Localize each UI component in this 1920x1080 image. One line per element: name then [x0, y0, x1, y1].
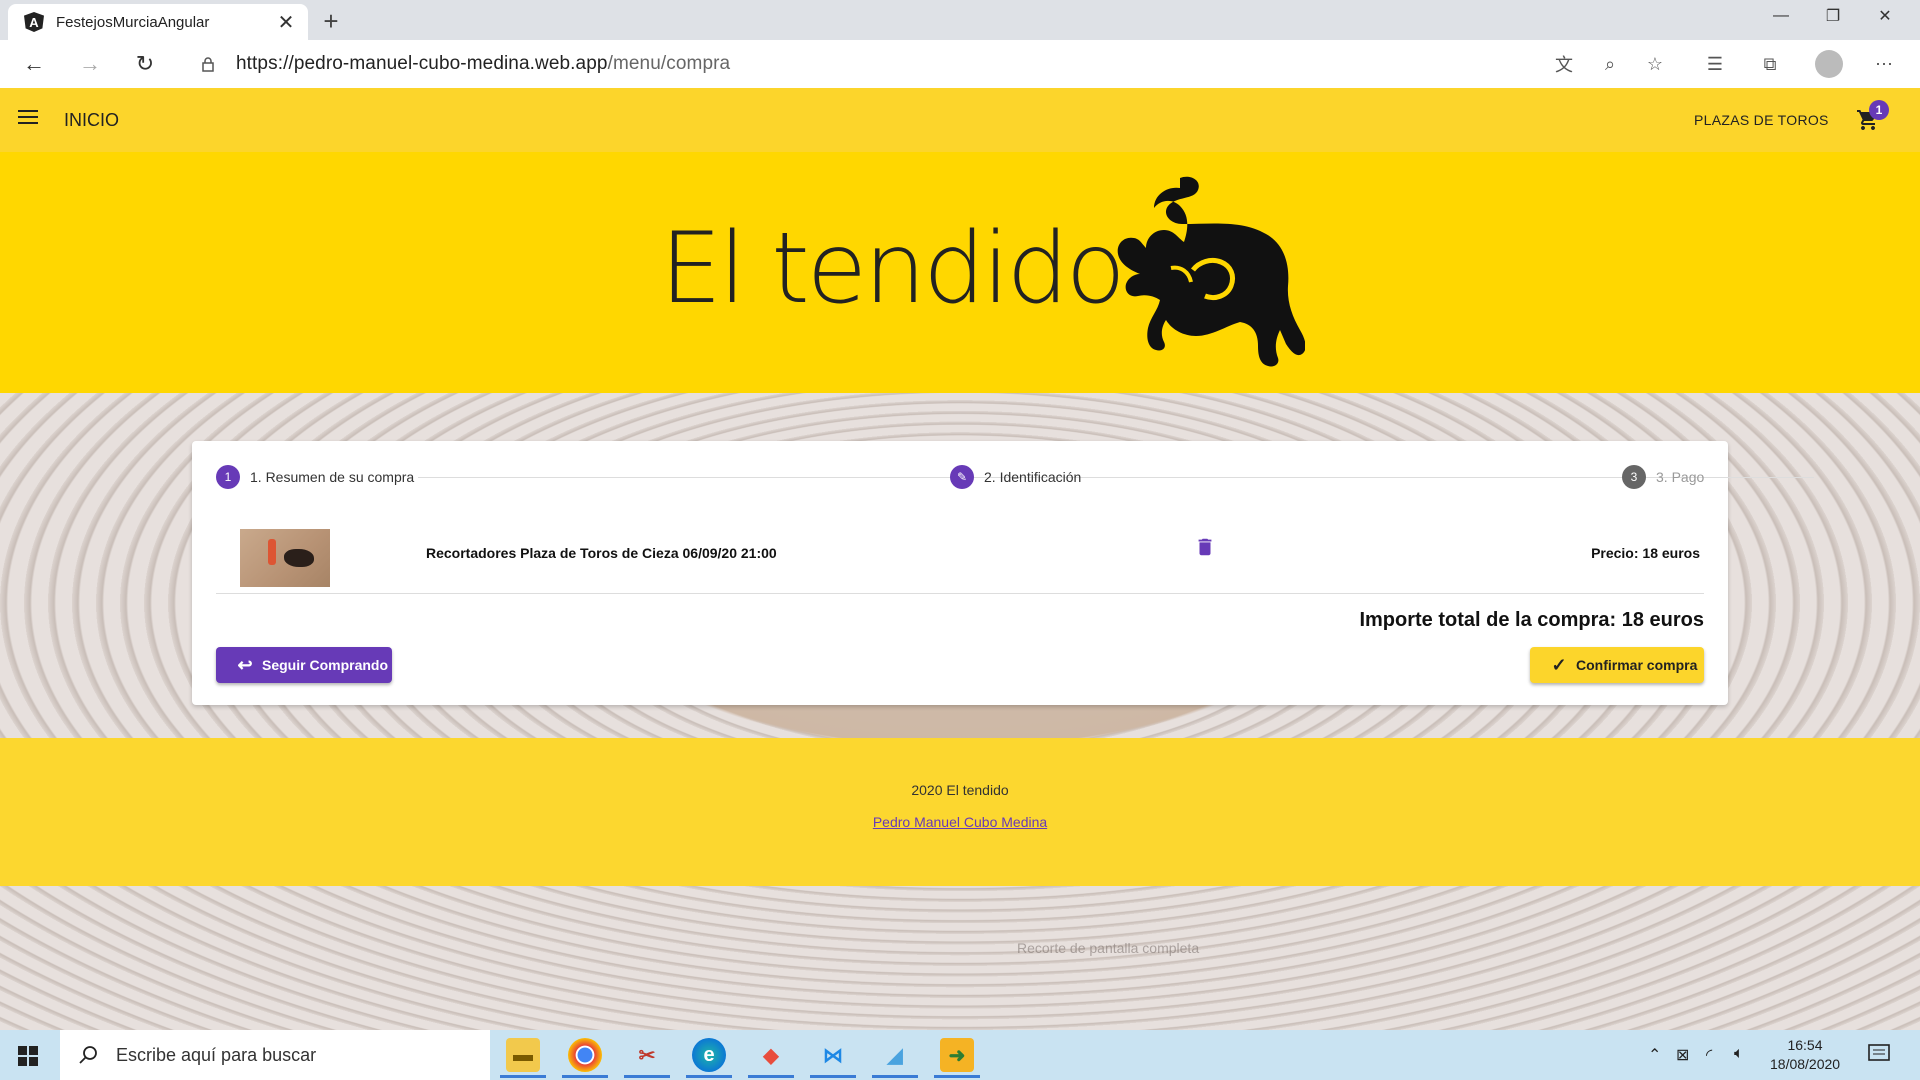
footer-author-link[interactable]: Pedro Manuel Cubo Medina: [0, 814, 1920, 830]
tab-title: FestejosMurciaAngular: [56, 13, 210, 31]
translate-icon[interactable]: 文: [1552, 52, 1576, 76]
url-host: https://pedro-manuel-cubo-medina.web.app: [236, 53, 608, 74]
close-window-icon[interactable]: ✕: [1862, 0, 1908, 32]
tab-close-icon[interactable]: ✕: [274, 10, 298, 34]
event-thumbnail-image: [240, 529, 330, 587]
volume-icon[interactable]: 🔈︎: [1734, 1045, 1744, 1063]
step-number: 3: [1622, 465, 1646, 489]
step-summary[interactable]: 1 1. Resumen de su compra: [216, 465, 414, 489]
delete-trash-icon[interactable]: [1194, 535, 1216, 559]
footer-copyright: 2020 El tendido: [911, 782, 1009, 798]
windows-start-icon[interactable]: [18, 1046, 38, 1066]
cart-count-badge: 1: [1869, 100, 1889, 120]
chrome-icon[interactable]: [562, 1038, 608, 1078]
favorite-star-icon[interactable]: ☆: [1643, 52, 1667, 76]
network-disabled-icon[interactable]: ⊠: [1676, 1045, 1689, 1065]
step-label: 3. Pago: [1656, 469, 1705, 485]
vscode-icon[interactable]: ⋈: [810, 1038, 856, 1078]
purchase-total: Importe total de la compra: 18 euros: [1359, 609, 1704, 631]
continue-shopping-label: Seguir Comprando: [262, 657, 389, 673]
file-explorer-icon[interactable]: ▬: [500, 1038, 546, 1078]
reply-arrow-icon: ↩: [237, 654, 253, 675]
wifi-icon[interactable]: ◜: [1706, 1045, 1712, 1065]
purchase-card: 1 1. Resumen de su compra ✎ 2. Identific…: [192, 441, 1814, 705]
clock-time: 16:54: [1787, 1037, 1823, 1053]
refresh-icon[interactable]: ↻: [129, 48, 161, 80]
bull-logo-icon: [1117, 176, 1305, 367]
more-options-icon[interactable]: ⋯: [1872, 52, 1896, 76]
favorites-list-icon[interactable]: ☰: [1703, 52, 1727, 76]
notification-center-icon[interactable]: [1868, 1044, 1890, 1064]
taskbar-search-input[interactable]: Escribe aquí para buscar: [60, 1030, 490, 1080]
lock-icon: [202, 57, 214, 72]
back-icon[interactable]: ←: [18, 48, 50, 80]
url-input[interactable]: https://pedro-manuel-cubo-medina.web.app…: [180, 46, 1680, 82]
angular-favicon-icon: A: [24, 12, 44, 32]
edit-pencil-icon: ✎: [950, 465, 974, 489]
tray-chevron-icon[interactable]: ⌃: [1648, 1045, 1661, 1065]
snip-overlay-hint: Recorte de pantalla completa: [1017, 940, 1200, 956]
step-number: 1: [216, 465, 240, 489]
snip-tool-icon[interactable]: ✂: [624, 1038, 670, 1078]
step-connector: [1088, 477, 1814, 478]
address-bar: ← → ↻ https://pedro-manuel-cubo-medina.w…: [0, 40, 1920, 89]
hero-banner: El tendido: [0, 152, 1920, 393]
collections-icon[interactable]: ⧉: [1758, 52, 1782, 76]
confirm-purchase-label: Confirmar compra: [1576, 657, 1698, 673]
minimize-icon[interactable]: —: [1758, 0, 1804, 32]
clock-date: 18/08/2020: [1770, 1056, 1841, 1072]
cart-item-price: Precio: 18 euros: [1591, 545, 1700, 561]
restore-icon[interactable]: ❐: [1810, 0, 1856, 32]
browser-tab[interactable]: A FestejosMurciaAngular ✕: [8, 4, 308, 40]
windows-taskbar: Escribe aquí para buscar ▬ ✂ e ◆ ⋈ ◢ ➜ ⌃…: [0, 1030, 1920, 1080]
page-viewport: INICIO PLAZAS DE TOROS 1 El tendido 1 1.…: [0, 88, 1920, 1030]
taskbar-clock[interactable]: 16:54 18/08/2020: [1770, 1036, 1840, 1074]
nav-home-link[interactable]: INICIO: [64, 110, 119, 131]
zoom-icon[interactable]: ⌕: [1598, 52, 1622, 76]
git-kraken-icon[interactable]: ◆: [748, 1038, 794, 1078]
app-launcher-icon[interactable]: ➜: [934, 1038, 980, 1078]
browser-tab-bar: A FestejosMurciaAngular ✕ + — ❐ ✕: [0, 0, 1920, 40]
top-toolbar: INICIO PLAZAS DE TOROS 1: [0, 88, 1920, 152]
url-path: /menu/compra: [607, 53, 731, 74]
profile-avatar[interactable]: [1815, 50, 1843, 78]
search-icon: [79, 1046, 97, 1064]
forward-icon[interactable]: →: [74, 48, 106, 80]
android-studio-icon[interactable]: ◢: [872, 1038, 918, 1078]
edge-browser-icon[interactable]: e: [686, 1038, 732, 1078]
continue-shopping-button[interactable]: ↩ Seguir Comprando: [216, 647, 392, 683]
new-tab-button[interactable]: +: [316, 6, 346, 36]
step-label: 1. Resumen de su compra: [250, 469, 415, 485]
step-payment[interactable]: 3 3. Pago: [1622, 465, 1704, 489]
divider: [216, 593, 1704, 594]
cart-item-title: Recortadores Plaza de Toros de Cieza 06/…: [426, 545, 777, 561]
confirm-purchase-button[interactable]: ✓ Confirmar compra: [1530, 647, 1704, 683]
step-label: 2. Identificación: [984, 469, 1082, 485]
nav-plazas-link[interactable]: PLAZAS DE TOROS: [1694, 112, 1829, 128]
brand-title: El tendido: [660, 212, 1126, 326]
page-footer: 2020 El tendido Pedro Manuel Cubo Medina: [0, 738, 1920, 886]
hamburger-menu-icon[interactable]: [18, 110, 38, 126]
step-identification[interactable]: ✎ 2. Identificación: [950, 465, 1081, 489]
search-placeholder: Escribe aquí para buscar: [116, 1044, 317, 1065]
check-icon: ✓: [1551, 654, 1567, 675]
